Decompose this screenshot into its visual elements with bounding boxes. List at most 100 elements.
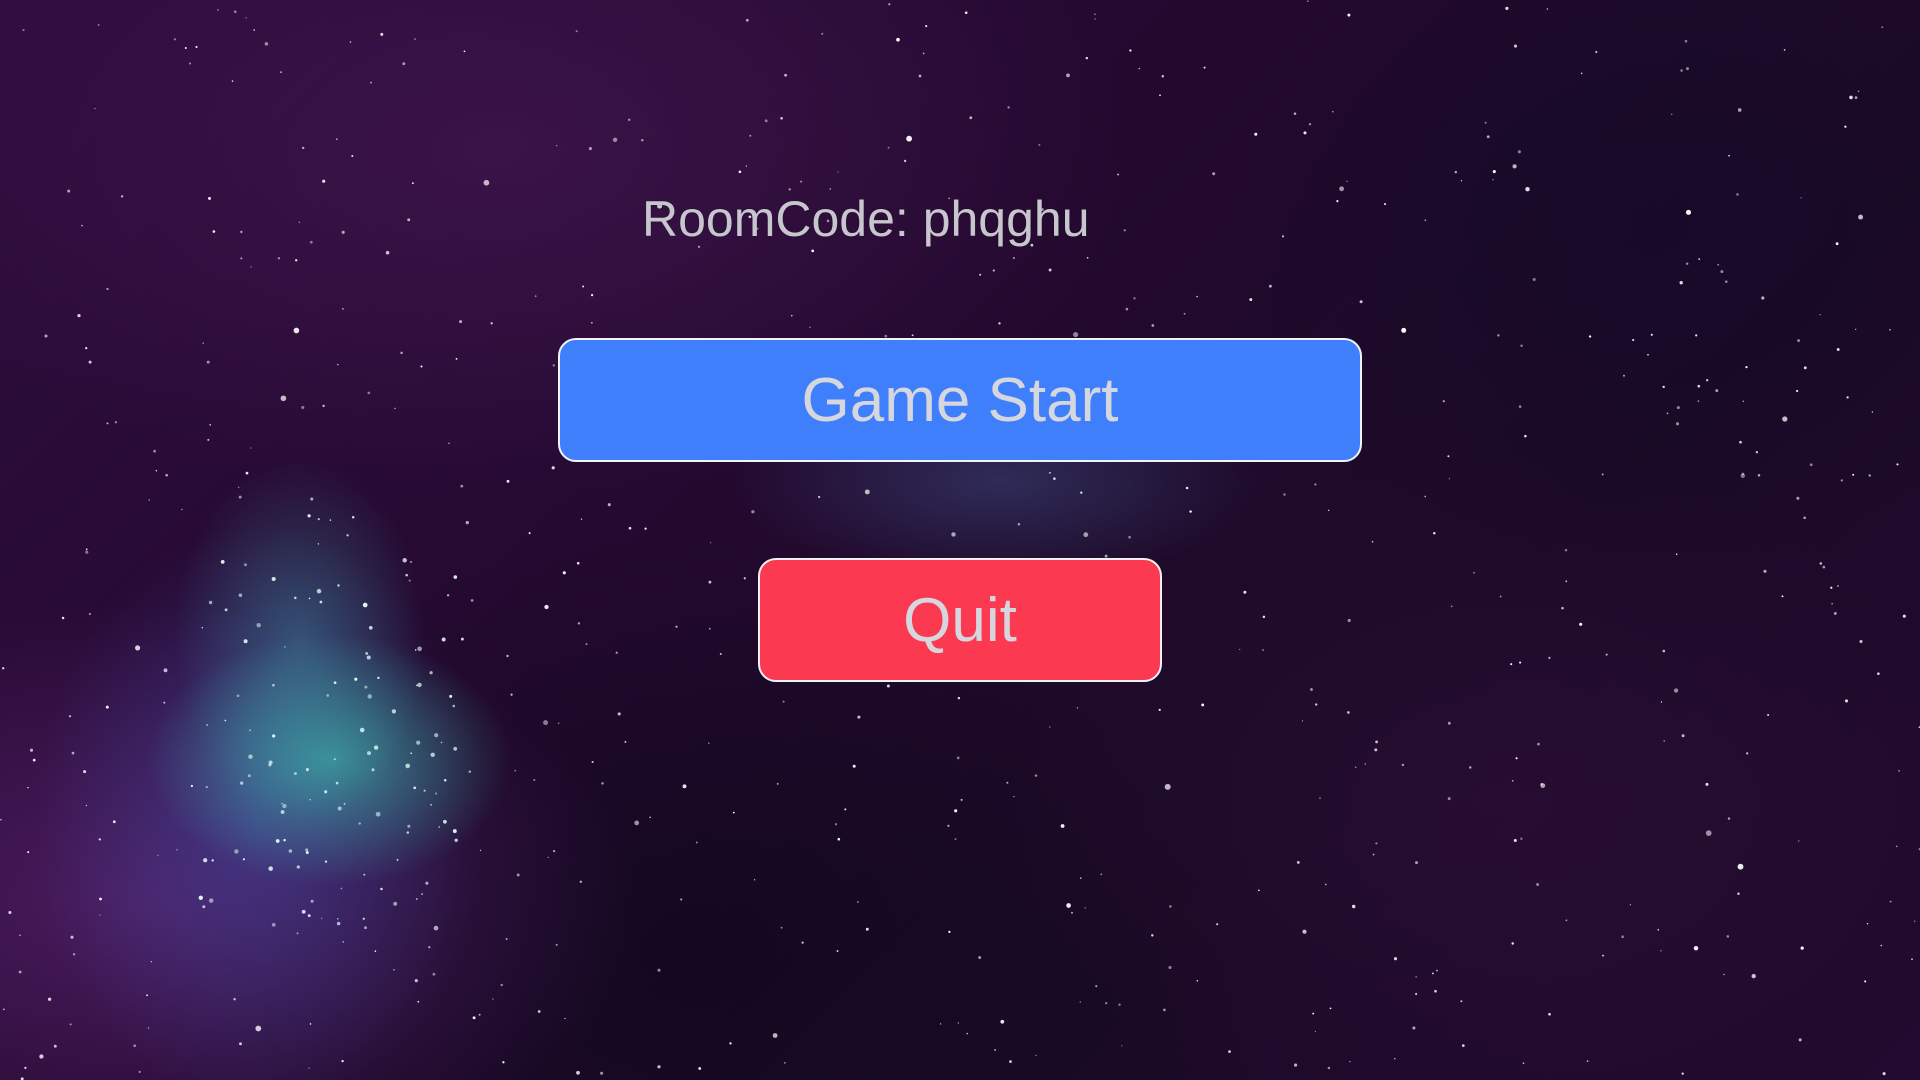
star: [468, 770, 472, 773]
star: [1007, 106, 1010, 109]
game-start-button[interactable]: Game Start: [558, 338, 1362, 462]
star: [329, 519, 332, 521]
star: [97, 24, 100, 26]
star: [375, 811, 381, 817]
star: [432, 972, 436, 976]
star: [1680, 69, 1683, 72]
star: [1855, 328, 1857, 331]
star: [680, 898, 683, 901]
star: [1819, 313, 1821, 316]
star: [1161, 74, 1165, 78]
star: [133, 1044, 136, 1048]
star: [1675, 422, 1680, 426]
star: [1889, 900, 1892, 903]
star: [465, 520, 469, 525]
star: [1663, 740, 1665, 742]
star: [271, 922, 276, 927]
star: [153, 449, 156, 453]
star: [1525, 186, 1530, 192]
star: [206, 360, 210, 364]
star: [206, 724, 209, 726]
star: [98, 838, 101, 841]
star: [294, 596, 297, 600]
star: [800, 180, 803, 183]
star: [1836, 348, 1840, 351]
star: [417, 682, 422, 688]
star: [1621, 935, 1624, 938]
star: [552, 364, 555, 367]
star: [380, 887, 383, 891]
room-code-label: RoomCode: phqghu: [642, 191, 1090, 247]
star: [1375, 842, 1378, 845]
star: [510, 693, 513, 696]
star: [1857, 90, 1860, 93]
star: [764, 119, 768, 123]
star: [1565, 919, 1568, 922]
star: [1803, 366, 1807, 370]
star: [309, 799, 311, 801]
star: [1315, 703, 1318, 706]
star: [791, 315, 793, 317]
star: [430, 752, 435, 758]
star: [1686, 262, 1689, 265]
star: [337, 584, 340, 587]
star: [557, 722, 560, 725]
star: [394, 407, 396, 410]
star: [1844, 125, 1847, 128]
star: [85, 550, 89, 554]
star: [1565, 580, 1568, 583]
star: [1006, 781, 1009, 784]
star: [420, 365, 423, 368]
quit-button[interactable]: Quit: [758, 558, 1162, 682]
star: [585, 643, 588, 646]
star: [969, 116, 973, 120]
starfield: [0, 0, 1920, 1080]
star: [751, 510, 755, 514]
star: [67, 189, 71, 193]
star: [460, 484, 464, 488]
star: [239, 1042, 242, 1046]
star: [1548, 1012, 1551, 1016]
star: [1415, 976, 1417, 978]
star: [1013, 795, 1015, 798]
star: [1675, 553, 1678, 555]
star: [837, 171, 839, 173]
star: [534, 295, 537, 297]
star: [1889, 328, 1891, 331]
star: [957, 1022, 959, 1024]
star: [627, 118, 631, 122]
star: [552, 849, 556, 853]
star: [1196, 295, 1198, 298]
star: [948, 930, 951, 934]
star: [380, 32, 384, 36]
star: [446, 594, 450, 597]
star: [411, 182, 414, 185]
star: [780, 116, 783, 120]
star: [326, 694, 330, 697]
star: [1448, 478, 1450, 480]
star: [0, 819, 2, 821]
star: [1697, 384, 1701, 388]
star: [367, 694, 372, 699]
star: [336, 921, 341, 926]
star: [1431, 972, 1434, 975]
star: [340, 887, 343, 890]
star: [1911, 958, 1913, 961]
star: [1679, 281, 1683, 285]
star: [68, 715, 72, 718]
star: [1737, 863, 1744, 870]
star: [245, 17, 247, 19]
star: [1657, 928, 1660, 931]
star: [421, 893, 424, 896]
star: [1849, 95, 1853, 100]
star: [208, 196, 211, 200]
star: [271, 576, 276, 582]
star: [157, 854, 159, 856]
star: [217, 9, 219, 11]
star: [184, 46, 187, 50]
star: [1239, 648, 1241, 651]
star: [478, 1013, 481, 1016]
star: [349, 41, 352, 43]
star: [1492, 170, 1496, 174]
star: [906, 135, 912, 142]
